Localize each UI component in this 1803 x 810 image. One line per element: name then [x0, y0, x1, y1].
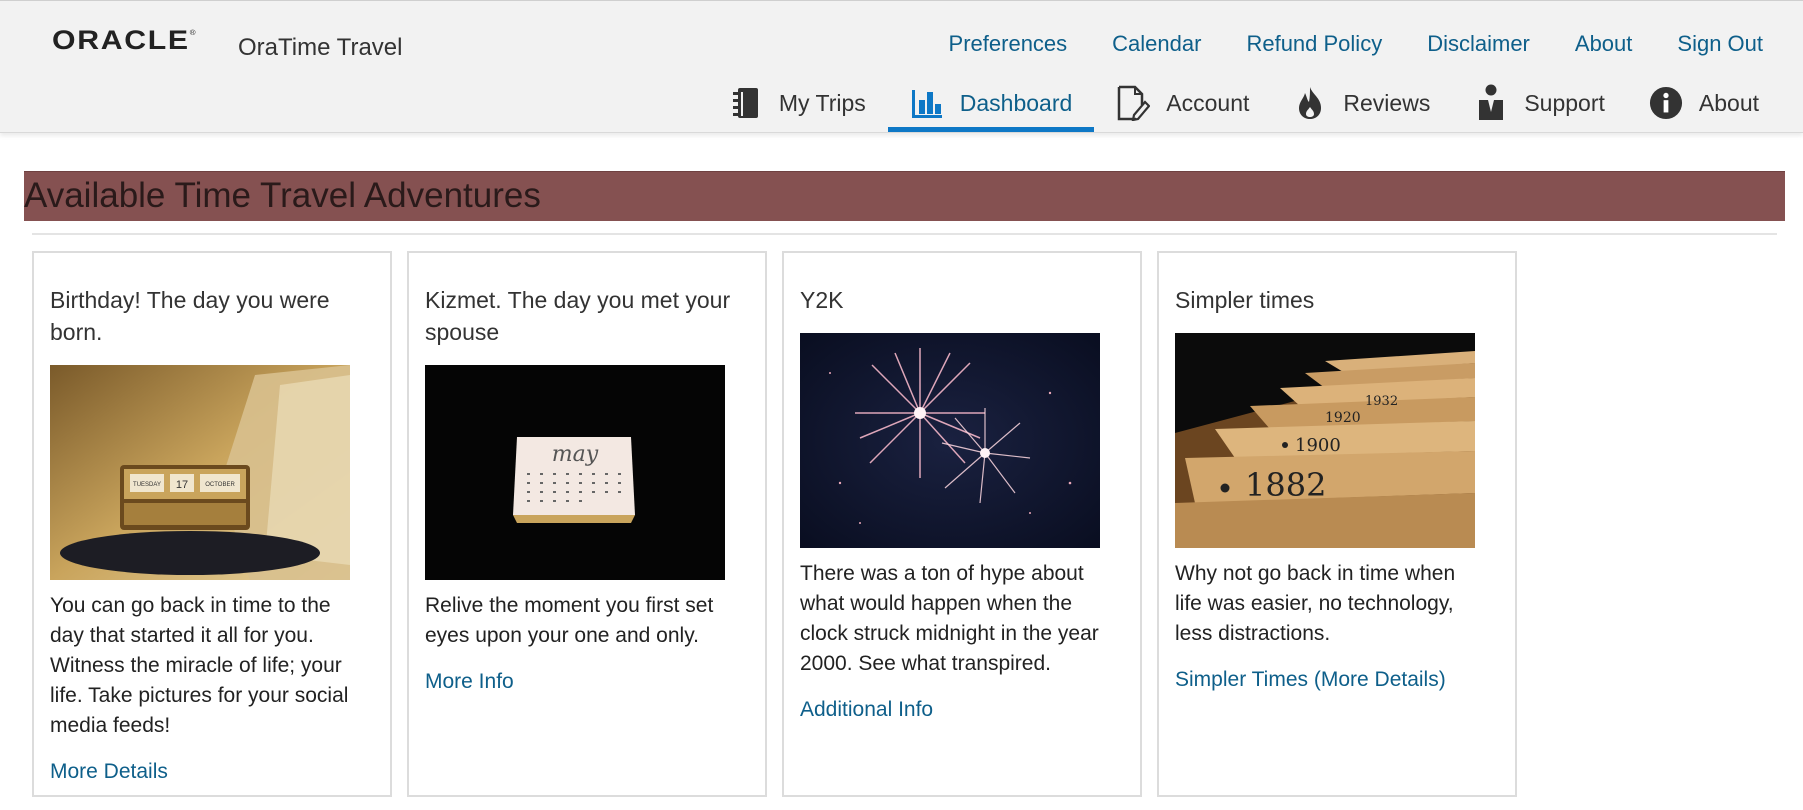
person-icon	[1474, 84, 1508, 122]
divider	[32, 233, 1777, 235]
card-title: Kizmet. The day you met your spouse	[425, 287, 731, 345]
main-nav-tabs: My Trips Dashboard Account Reviews Suppo…	[707, 79, 1781, 132]
tab-my-trips-label: My Trips	[778, 89, 866, 116]
photo-may-label: may	[552, 442, 599, 467]
may-calendar-photo: may	[425, 365, 725, 580]
section-banner: Available Time Travel Adventures	[24, 171, 1785, 221]
refund-policy-link[interactable]: Refund Policy	[1246, 31, 1382, 57]
photo-year-1920: 1920	[1325, 410, 1361, 426]
card-description: You can go back in time to the day that …	[50, 594, 349, 737]
app-header: ORACLE® OraTime Travel Preferences Calen…	[0, 0, 1803, 133]
tab-reviews[interactable]: Reviews	[1271, 79, 1452, 132]
top-links: Preferences Calendar Refund Policy Discl…	[904, 31, 1763, 57]
fireworks-photo	[800, 333, 1100, 548]
preferences-link[interactable]: Preferences	[949, 31, 1068, 57]
card-title: Simpler times	[1175, 287, 1315, 313]
additional-info-link[interactable]: Additional Info	[800, 698, 933, 722]
photo-year-1882: 1882	[1245, 466, 1326, 504]
more-info-link[interactable]: More Info	[425, 670, 514, 694]
photo-day-label: TUESDAY	[133, 482, 161, 488]
card-title: Y2K	[800, 287, 844, 313]
card-description: There was a ton of hype about what would…	[800, 562, 1099, 675]
bar-chart-icon	[910, 84, 944, 122]
year-index-drawers-photo: 1932 1920 1900 1882	[1175, 333, 1475, 548]
edit-document-icon	[1116, 84, 1151, 122]
info-icon	[1649, 84, 1683, 122]
tab-support[interactable]: Support	[1452, 79, 1627, 132]
photo-year-1932: 1932	[1365, 394, 1398, 409]
calendar-link[interactable]: Calendar	[1112, 31, 1201, 57]
adventure-card-kizmet: Kizmet. The day you met your spouse may …	[407, 251, 767, 797]
oracle-logo[interactable]: ORACLE®	[52, 25, 197, 56]
about-link[interactable]: About	[1575, 31, 1633, 57]
tab-account-label: Account	[1166, 89, 1250, 116]
card-description: Why not go back in time when life was ea…	[1175, 562, 1456, 645]
notebook-icon	[729, 84, 763, 122]
adventure-card-y2k: Y2K There was a ton of hype about what w…	[782, 251, 1142, 797]
calendar-block-photo: TUESDAY 17 OCTOBER	[50, 365, 350, 580]
adventure-card-simpler-times: Simpler times 1932 1920 1900 1882 Why no…	[1157, 251, 1517, 797]
photo-year-1900: 1900	[1295, 435, 1341, 456]
sign-out-link[interactable]: Sign Out	[1677, 31, 1763, 57]
tab-account[interactable]: Account	[1094, 79, 1271, 132]
more-details-link[interactable]: More Details	[50, 760, 168, 784]
tab-reviews-label: Reviews	[1343, 89, 1431, 116]
flame-icon	[1293, 84, 1327, 122]
page-title: Available Time Travel Adventures	[24, 176, 541, 215]
tab-support-label: Support	[1524, 89, 1605, 116]
adventure-card-birthday: Birthday! The day you were born. TUESDAY…	[32, 251, 392, 797]
simpler-times-link[interactable]: Simpler Times (More Details)	[1175, 668, 1446, 692]
app-title: OraTime Travel	[238, 34, 403, 61]
tab-about-label: About	[1698, 89, 1759, 116]
disclaimer-link[interactable]: Disclaimer	[1427, 31, 1530, 57]
card-description: Relive the moment you first set eyes upo…	[425, 594, 714, 647]
card-title: Birthday! The day you were born.	[50, 287, 330, 345]
photo-date-label: 17	[176, 479, 188, 491]
tab-my-trips[interactable]: My Trips	[707, 79, 888, 132]
tab-about[interactable]: About	[1627, 79, 1781, 132]
tab-dashboard[interactable]: Dashboard	[887, 79, 1095, 132]
photo-month-label: OCTOBER	[205, 482, 235, 488]
tab-dashboard-label: Dashboard	[959, 89, 1073, 116]
